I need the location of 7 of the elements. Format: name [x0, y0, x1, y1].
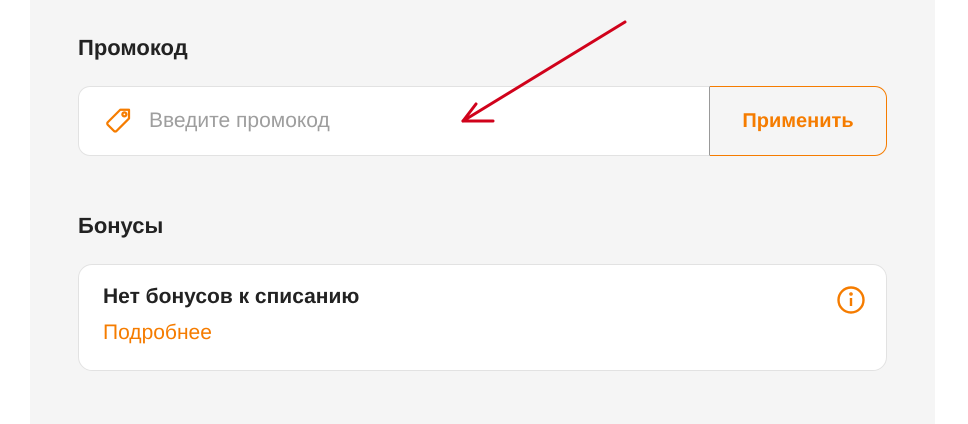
details-link[interactable]: Подробнее [103, 321, 360, 345]
apply-button[interactable]: Применить [710, 86, 887, 156]
section-heading: Промокод [78, 34, 189, 62]
bonus-message: Нет бонусов к списанию [103, 285, 360, 309]
section-heading: Бонусы [78, 212, 164, 240]
promo-code-field[interactable]: Введите промокод [78, 86, 710, 156]
info-icon[interactable] [836, 285, 866, 315]
